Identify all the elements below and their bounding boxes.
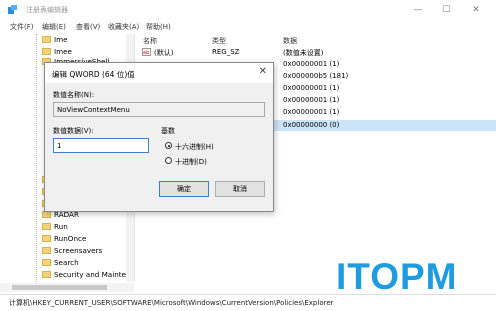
tree-item[interactable]: Screensavers [0,245,134,257]
watermark-logo: ITOPM [336,256,458,297]
tree-item-label: Imee [54,47,72,56]
value-name-text: NoViewContextMenu [57,106,130,114]
tree-horizontal-scrollbar[interactable] [0,283,134,292]
menu-bar: 文件(F) 编辑(E) 查看(V) 收藏夹(A) 帮助(H) [0,20,496,34]
tree-item[interactable]: Security and Mainten [0,269,134,281]
tree-item-label: Search [54,258,79,267]
tree-item[interactable]: RunOnce [0,233,134,245]
dialog-body: 数值名称(N): NoViewContextMenu 数值数据(V): 1 基数… [45,83,273,211]
decimal-radio-label[interactable]: 十进制(D) [175,157,207,167]
tree-item-label: Security and Mainten [54,270,131,279]
dialog-close-icon[interactable]: ✕ [259,66,267,77]
edit-qword-dialog: 编辑 QWORD (64 位)值 ✕ 数值名称(N): NoViewContex… [44,62,274,212]
scrollbar-thumb[interactable] [12,285,107,290]
folder-icon [42,223,51,230]
folder-icon [42,235,51,242]
menu-help[interactable]: 帮助(H) [146,22,171,32]
value-row[interactable]: ab (默认) REG_SZ (数值未设置) [135,47,496,58]
column-header-name[interactable]: 名称 [143,36,157,46]
hex-radio[interactable] [165,142,172,149]
folder-icon [42,247,51,254]
folder-icon [42,48,51,55]
window-title: 注册表编辑器 [26,6,68,14]
tree-item[interactable]: Search [0,257,134,269]
dialog-title: 编辑 QWORD (64 位)值 [52,70,135,79]
value-data: 0x00000000 (0) [283,121,340,129]
value-data: (数值未设置) [283,49,324,57]
folder-icon [42,259,51,266]
tree-item-label: RunOnce [54,234,87,243]
base-group-label: 基数 [161,127,175,135]
folder-icon [42,36,51,43]
tree-item[interactable]: Run [0,221,134,233]
value-data-text: 1 [57,142,62,150]
tree-item-label: Screensavers [54,246,103,255]
registry-editor-window: 注册表编辑器 — ☐ ✕ 文件(F) 编辑(E) 查看(V) 收藏夹(A) 帮助… [0,0,496,311]
cancel-button[interactable]: 取消 [215,181,265,197]
value-data: 0x00000001 (1) [283,96,340,104]
value-data: 0x000000b5 (181) [283,72,349,80]
value-name-label: 数值名称(N): [53,91,95,99]
tree-item-label: Run [54,222,68,231]
value-data-label: 数值数据(V): [53,127,94,135]
value-data: 0x00000001 (1) [283,84,340,92]
value-data-input[interactable]: 1 [53,138,149,153]
folder-icon [42,271,51,278]
value-type: REG_SZ [212,48,240,56]
menu-view[interactable]: 查看(V) [76,22,100,32]
value-name-field: NoViewContextMenu [53,102,265,117]
maximize-button[interactable]: ☐ [434,3,458,17]
menu-edit[interactable]: 编辑(E) [42,22,66,32]
decimal-radio[interactable] [165,157,172,164]
close-button[interactable]: ✕ [464,3,488,17]
value-data: 0x00000001 (1) [283,60,340,68]
status-path: 计算机\HKEY_CURRENT_USER\SOFTWARE\Microsoft… [9,299,334,307]
minimize-button[interactable]: — [406,3,430,17]
column-header-data[interactable]: 数据 [283,36,297,46]
title-bar: 注册表编辑器 — ☐ ✕ [0,0,496,20]
string-value-icon: ab [142,48,151,56]
column-header-type[interactable]: 类型 [212,36,226,46]
status-bar: 计算机\HKEY_CURRENT_USER\SOFTWARE\Microsoft… [0,294,496,308]
ok-button[interactable]: 确定 [159,181,209,197]
value-data: 0x00000001 (1) [283,108,340,116]
tree-item-label: Ime [54,35,68,44]
value-name: (默认) [154,49,174,57]
regedit-app-icon [8,5,17,14]
tree-item[interactable]: Ime [0,34,134,46]
svg-text:ab: ab [143,50,149,56]
hex-radio-label[interactable]: 十六进制(H) [175,142,214,152]
menu-file[interactable]: 文件(F) [10,22,34,32]
folder-icon [42,211,51,218]
menu-favorites[interactable]: 收藏夹(A) [108,22,139,32]
